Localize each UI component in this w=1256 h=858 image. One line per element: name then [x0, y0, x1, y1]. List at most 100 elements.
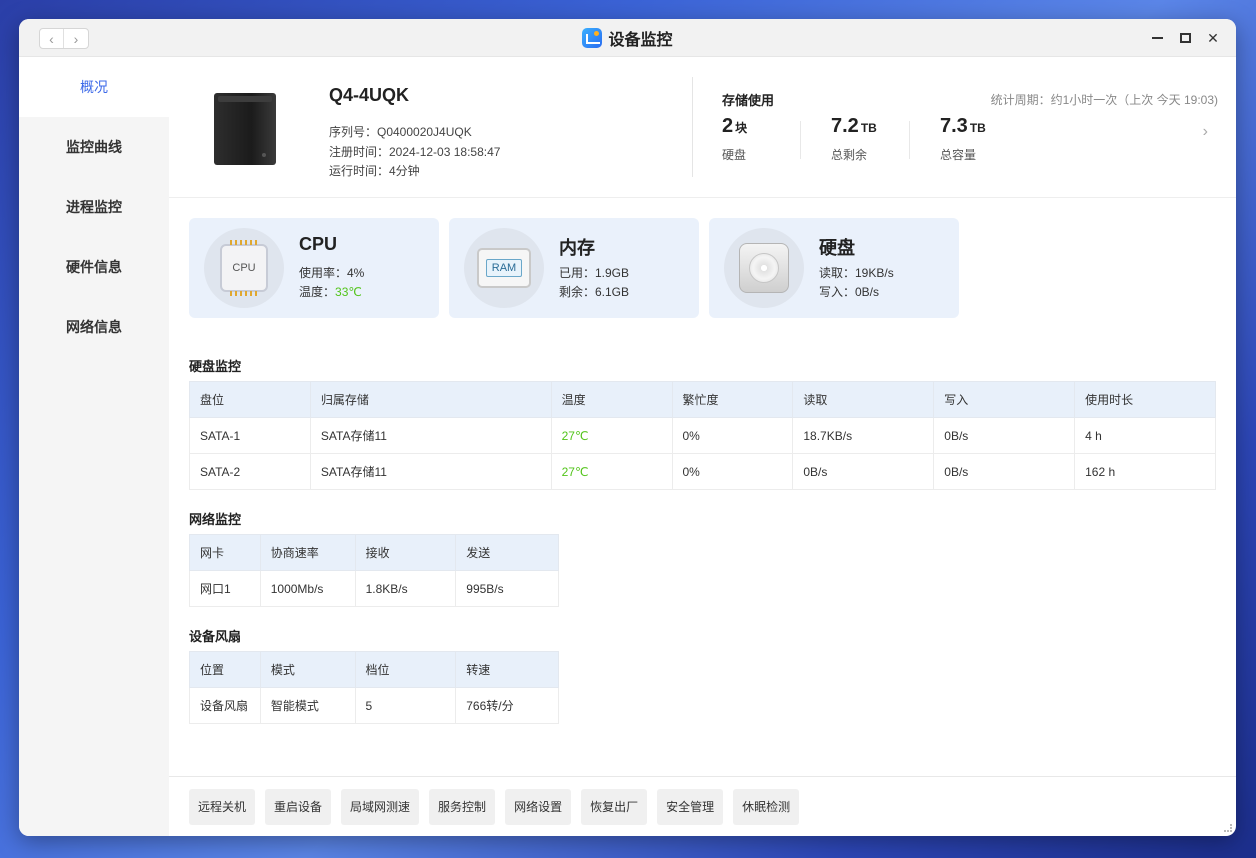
network-monitor-table: 网卡 协商速率 接收 发送 网口1 1000Mb/s 1.8KB/s 995B/… [189, 534, 559, 607]
cpu-temp-value: 33℃ [335, 285, 362, 299]
device-serial: 序列号：Q0400020J4UQK [329, 125, 472, 139]
lan-speed-test-button[interactable]: 局域网测速 [341, 788, 420, 825]
cpu-usage: 使用率：4% [299, 266, 365, 280]
table-cell: 995B/s [455, 570, 559, 607]
stat-total-unit: TB [969, 121, 986, 135]
cpu-temp-label: 温度： [299, 285, 336, 299]
device-header: Q4-4UQK 序列号：Q0400020J4UQK 注册时间：2024-12-0… [169, 57, 1236, 198]
memory-card[interactable]: RAM 内存 已用：1.9GB 剩余：6.1GB [449, 218, 699, 318]
table-cell: 智能模式 [259, 687, 356, 724]
column-header: 写入 [933, 381, 1076, 418]
table-cell: 网口1 [189, 570, 261, 607]
security-management-button[interactable]: 安全管理 [657, 788, 724, 825]
column-header: 协商速率 [259, 534, 356, 571]
factory-reset-button[interactable]: 恢复出厂 [581, 788, 648, 825]
table-cell: 0B/s [792, 453, 935, 490]
sidebar-item-hardware-info[interactable]: 硬件信息 [19, 237, 169, 297]
sidebar-item-network-info[interactable]: 网络信息 [19, 297, 169, 357]
summary-cards: CPU CPU 使用率：4% 温度：33℃ RAM 内存 已用：1.9GB 剩余… [189, 218, 959, 318]
maximize-icon [1179, 33, 1191, 43]
device-image [214, 93, 276, 165]
resize-grip-icon[interactable] [1224, 824, 1232, 832]
device-info: 序列号：Q0400020J4UQK 注册时间：2024-12-03 18:58:… [329, 123, 500, 182]
device-name: Q4-4UQK [329, 85, 410, 105]
sleep-detection-button[interactable]: 休眠检测 [733, 788, 800, 825]
column-header: 模式 [259, 651, 356, 688]
cpu-temperature: 温度：33℃ [299, 283, 364, 302]
table-cell: 0B/s [933, 453, 1076, 490]
minimize-icon [1151, 37, 1163, 39]
network-monitor-title: 网络监控 [189, 512, 242, 527]
stat-disks-value: 2 [722, 115, 734, 137]
service-control-button[interactable]: 服务控制 [429, 788, 496, 825]
column-header: 转速 [455, 651, 559, 688]
table-row: SATA-2 SATA存储11 27℃ 0% 0B/s 0B/s 162 h [189, 453, 1216, 490]
sidebar-item-process-monitor[interactable]: 进程监控 [19, 177, 169, 237]
cpu-icon: CPU [204, 228, 284, 308]
column-header: 档位 [354, 651, 457, 688]
disk-card[interactable]: 硬盘 读取：19KB/s 写入：0B/s [709, 218, 959, 318]
table-cell: 0% [671, 453, 794, 490]
network-settings-button[interactable]: 网络设置 [505, 788, 572, 825]
table-cell: 5 [354, 687, 457, 724]
chip-pins [230, 240, 258, 245]
column-header: 归属存储 [309, 381, 552, 418]
stat-disks-unit: 块 [735, 121, 748, 135]
header-divider [692, 77, 693, 177]
minimize-button[interactable] [1150, 28, 1164, 48]
remote-shutdown-button[interactable]: 远程关机 [189, 788, 256, 825]
column-header: 使用时长 [1074, 381, 1216, 418]
sidebar-item-overview[interactable]: 概况 [19, 57, 169, 117]
table-cell: 设备风扇 [189, 687, 261, 724]
stat-separator [909, 121, 910, 159]
ram-module: RAM [477, 248, 531, 288]
stat-disks: 2块 硬盘 [722, 115, 747, 163]
table-cell: 27℃ [550, 417, 673, 454]
hard-disk-icon [724, 228, 804, 308]
table-cell: SATA-1 [189, 417, 311, 454]
column-header: 读取 [792, 381, 935, 418]
stat-separator [800, 121, 801, 159]
cpu-card-details: 使用率：4% 温度：33℃ [299, 264, 364, 302]
table-row: 设备风扇 智能模式 5 766转/分 [189, 687, 559, 724]
table-cell: 766转/分 [455, 687, 559, 724]
table-header-row: 网卡 协商速率 接收 发送 [189, 534, 559, 571]
cpu-chip: CPU [220, 240, 268, 296]
restart-device-button[interactable]: 重启设备 [265, 788, 332, 825]
sidebar-item-monitor-curves[interactable]: 监控曲线 [19, 117, 169, 177]
chip-pins [230, 291, 258, 296]
main-content: Q4-4UQK 序列号：Q0400020J4UQK 注册时间：2024-12-0… [169, 57, 1236, 836]
column-header: 网卡 [189, 534, 261, 571]
maximize-button[interactable] [1178, 28, 1192, 48]
column-header: 接收 [354, 534, 457, 571]
disk-read: 读取：19KB/s [819, 266, 894, 280]
stat-free-value: 7.2 [831, 115, 859, 137]
window-controls: ✕ [1150, 28, 1220, 48]
table-cell: 1000Mb/s [259, 570, 356, 607]
table-cell: 18.7KB/s [792, 417, 935, 454]
stat-free-unit: TB [860, 121, 877, 135]
window-title: 设备监控 [19, 19, 1236, 57]
table-cell: 0% [671, 417, 794, 454]
disk-platter [749, 253, 779, 283]
table-cell: SATA存储11 [309, 417, 552, 454]
disk-card-details: 读取：19KB/s 写入：0B/s [819, 264, 894, 302]
disk-monitor-title: 硬盘监控 [189, 359, 242, 374]
sidebar: 概况 监控曲线 进程监控 硬件信息 网络信息 [19, 57, 169, 836]
memory-card-details: 已用：1.9GB 剩余：6.1GB [559, 264, 629, 302]
storage-detail-chevron-icon[interactable]: › [1203, 123, 1208, 141]
cpu-card[interactable]: CPU CPU 使用率：4% 温度：33℃ [189, 218, 439, 318]
memory-free: 剩余：6.1GB [559, 285, 630, 299]
device-registered: 注册时间：2024-12-03 18:58:47 [329, 144, 501, 159]
column-header: 温度 [550, 381, 673, 418]
table-header-row: 位置 模式 档位 转速 [189, 651, 559, 688]
storage-title: 存储使用 [722, 93, 775, 108]
stat-period: 统计周期：约1小时一次（上次 今天 19:03) [990, 93, 1218, 107]
table-cell: 162 h [1074, 453, 1216, 490]
cpu-chip-label: CPU [232, 262, 256, 274]
table-cell: SATA存储11 [309, 453, 552, 490]
close-button[interactable]: ✕ [1206, 28, 1220, 48]
column-header: 盘位 [189, 381, 311, 418]
stat-free-label: 总剩余 [831, 148, 868, 162]
column-header: 发送 [455, 534, 559, 571]
